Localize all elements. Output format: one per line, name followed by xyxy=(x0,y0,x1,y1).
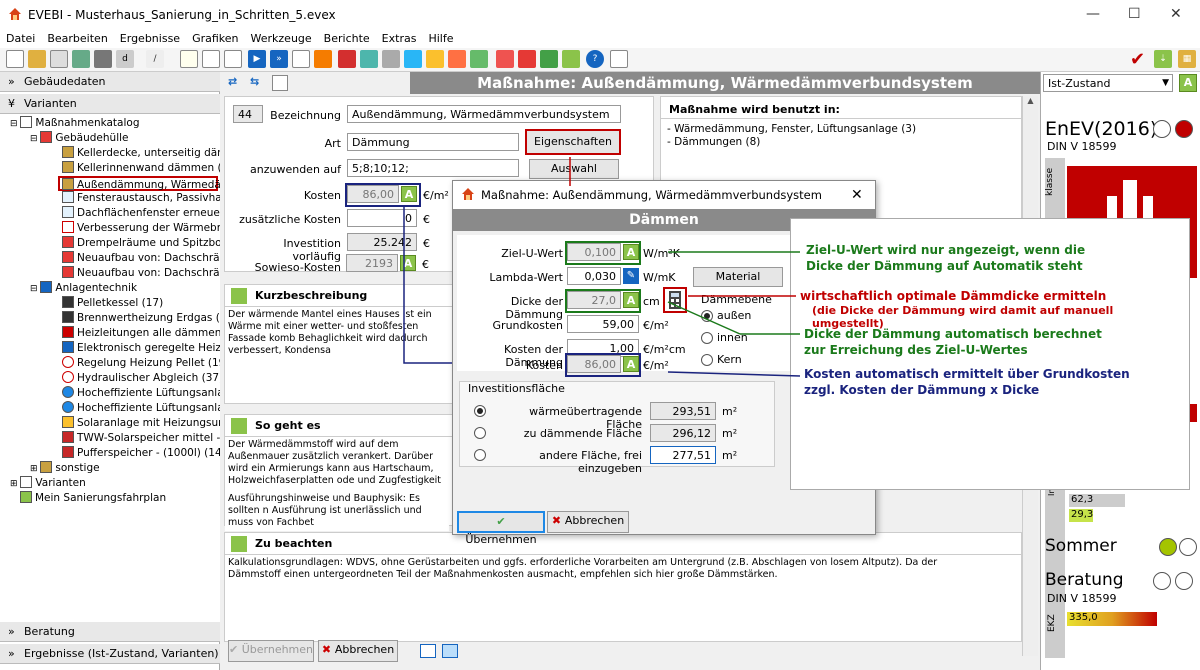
annotation-ziel: Ziel-U-Wert wird nur angezeigt, wenn die… xyxy=(806,243,1086,273)
annotation-kosten: Kosten automatisch ermittelt über Grundk… xyxy=(804,367,1130,397)
annotation-optimal: wirtschaftlich optimale Dämmdicke ermitt… xyxy=(800,289,1107,303)
annotation-dicke: Dicke der Dämmung automatisch berechnet … xyxy=(804,327,1102,357)
